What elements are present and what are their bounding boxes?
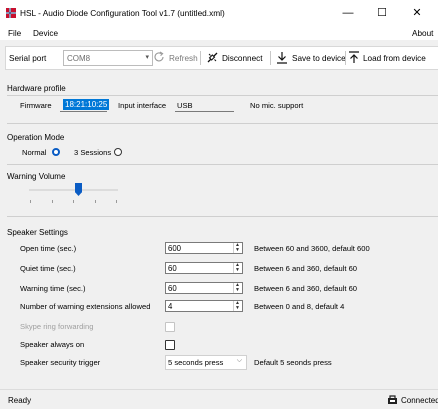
slider-tick bbox=[52, 200, 53, 203]
load-from-device-button[interactable]: Load from device bbox=[348, 49, 438, 67]
toolbar: Serial port COM8 ▾ Refresh Disconnect Sa… bbox=[0, 40, 438, 75]
toolbar-separator bbox=[270, 51, 271, 65]
input-interface-label: Input interface bbox=[118, 101, 167, 110]
refresh-button[interactable]: Refresh bbox=[149, 49, 198, 67]
spin-buttons[interactable]: ▲ ▼ bbox=[233, 263, 242, 273]
warning-time-value: 60 bbox=[168, 284, 177, 293]
toolbar-separator bbox=[345, 51, 346, 65]
refresh-label: Refresh bbox=[169, 54, 198, 63]
menu-file[interactable]: File bbox=[8, 29, 21, 38]
slider-tick bbox=[30, 200, 31, 203]
warning-extensions-value: 4 bbox=[168, 302, 173, 311]
operation-mode-title: Operation Mode bbox=[7, 133, 65, 142]
open-time-input[interactable]: 600 ▲ ▼ bbox=[165, 242, 243, 254]
toolbar-strip: Serial port COM8 ▾ Refresh Disconnect Sa… bbox=[5, 46, 438, 70]
save-label: Save to device bbox=[292, 54, 346, 63]
security-trigger-select[interactable]: 5 seconds press ⌵ bbox=[165, 355, 247, 370]
save-to-device-button[interactable]: Save to device bbox=[273, 49, 346, 67]
chevron-down-icon: ⌵ bbox=[236, 357, 242, 364]
serial-port-select[interactable]: COM8 ▾ bbox=[63, 50, 153, 66]
spin-down-icon[interactable]: ▼ bbox=[235, 248, 240, 253]
volume-slider-track[interactable] bbox=[29, 189, 118, 191]
maximize-button[interactable]: ☐ bbox=[367, 4, 397, 22]
open-time-value: 600 bbox=[168, 244, 182, 253]
security-trigger-hint: Default 5 seonds press bbox=[254, 358, 332, 367]
load-label: Load from device bbox=[363, 54, 426, 63]
speaker-always-on-checkbox[interactable] bbox=[165, 340, 175, 350]
spin-buttons[interactable]: ▲ ▼ bbox=[233, 301, 242, 311]
status-bar: Ready Connected bbox=[0, 389, 438, 409]
volume-slider-thumb[interactable] bbox=[75, 183, 82, 196]
menu-about[interactable]: About bbox=[412, 29, 433, 38]
quiet-time-value: 60 bbox=[168, 264, 177, 273]
quiet-time-label: Quiet time (sec.) bbox=[20, 264, 76, 273]
mic-support-text: No mic. support bbox=[250, 101, 304, 110]
spin-down-icon[interactable]: ▼ bbox=[235, 306, 240, 311]
skype-ring-forwarding-checkbox[interactable] bbox=[165, 322, 175, 332]
connection-status: Connected bbox=[401, 396, 438, 405]
firmware-value[interactable]: 18:21:10:25 bbox=[63, 99, 110, 110]
mode-normal-radio[interactable] bbox=[52, 148, 60, 156]
spin-down-icon[interactable]: ▼ bbox=[235, 288, 240, 293]
quiet-time-input[interactable]: 60 ▲ ▼ bbox=[165, 262, 243, 274]
save-download-icon bbox=[277, 52, 287, 64]
group-divider bbox=[7, 164, 438, 165]
firmware-underline bbox=[60, 111, 107, 112]
spin-down-icon[interactable]: ▼ bbox=[235, 268, 240, 273]
slider-tick bbox=[116, 200, 117, 203]
mode-three-sessions-label: 3 Sessions bbox=[74, 148, 112, 157]
input-interface-value: USB bbox=[177, 101, 193, 110]
warning-extensions-input[interactable]: 4 ▲ ▼ bbox=[165, 300, 243, 312]
security-trigger-value: 5 seconds press bbox=[168, 358, 224, 367]
title-bar: HSL - Audio Diode Configuration Tool v1.… bbox=[0, 0, 438, 25]
disconnect-icon bbox=[207, 52, 218, 63]
close-button[interactable]: ✕ bbox=[402, 4, 432, 22]
input-interface-underline bbox=[175, 111, 234, 112]
speaker-settings-title: Speaker Settings bbox=[7, 228, 68, 237]
refresh-icon bbox=[154, 51, 164, 62]
warning-extensions-label: Number of warning extensions allowed bbox=[20, 302, 151, 311]
toolbar-separator bbox=[200, 51, 201, 65]
warning-time-input[interactable]: 60 ▲ ▼ bbox=[165, 282, 243, 294]
hardware-profile-title: Hardware profile bbox=[7, 84, 66, 93]
security-trigger-label: Speaker security trigger bbox=[20, 358, 101, 367]
spin-buttons[interactable]: ▲ ▼ bbox=[233, 243, 242, 253]
group-divider bbox=[7, 216, 438, 217]
mode-normal-label: Normal bbox=[22, 148, 47, 157]
window-title: HSL - Audio Diode Configuration Tool v1.… bbox=[20, 8, 225, 18]
warning-time-label: Warning time (sec.) bbox=[20, 284, 86, 293]
group-divider bbox=[7, 95, 438, 96]
serial-port-value: COM8 bbox=[67, 54, 91, 63]
minimize-button[interactable]: — bbox=[333, 4, 363, 22]
open-time-hint: Between 60 and 3600, default 600 bbox=[254, 244, 370, 253]
warning-time-hint: Between 6 and 360, default 60 bbox=[254, 284, 358, 293]
warning-extensions-hint: Between 0 and 8, default 4 bbox=[254, 302, 345, 311]
firmware-label: Firmware bbox=[20, 101, 52, 110]
open-time-label: Open time (sec.) bbox=[20, 244, 77, 253]
load-upload-icon bbox=[349, 51, 359, 63]
warning-volume-title: Warning Volume bbox=[7, 172, 66, 181]
app-flag-icon bbox=[6, 8, 16, 18]
quiet-time-hint: Between 6 and 360, default 60 bbox=[254, 264, 358, 273]
menu-device[interactable]: Device bbox=[33, 29, 58, 38]
slider-tick bbox=[95, 200, 96, 203]
connected-icon bbox=[388, 395, 397, 404]
group-divider bbox=[7, 123, 438, 124]
serial-port-label: Serial port bbox=[9, 54, 47, 63]
mode-three-sessions-radio[interactable] bbox=[114, 148, 122, 156]
skype-ring-forwarding-label: Skype ring forwarding bbox=[20, 322, 94, 331]
spin-buttons[interactable]: ▲ ▼ bbox=[233, 283, 242, 293]
disconnect-label: Disconnect bbox=[222, 54, 263, 63]
slider-tick bbox=[73, 200, 74, 203]
status-text: Ready bbox=[8, 396, 32, 405]
disconnect-button[interactable]: Disconnect bbox=[203, 49, 269, 67]
speaker-always-on-label: Speaker always on bbox=[20, 340, 85, 349]
menu-bar: File Device About bbox=[0, 25, 438, 40]
